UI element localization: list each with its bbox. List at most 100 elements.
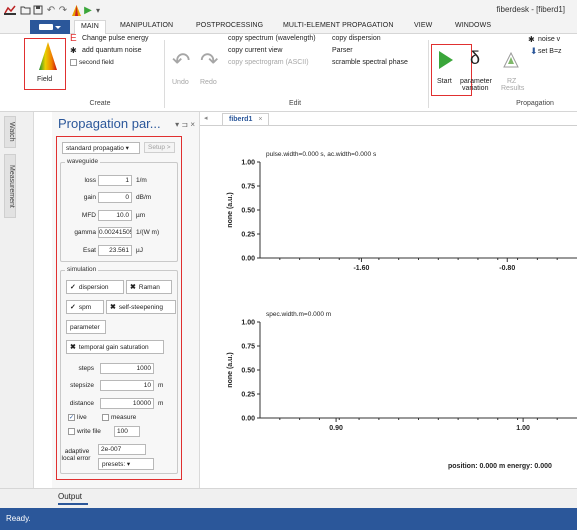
position-energy-readout: position: 0.000 m energy: 0.000	[448, 463, 552, 470]
rz-results-button[interactable]: RZ Results	[500, 50, 525, 92]
y-tick-label: 1.00	[241, 320, 255, 327]
loss-label: loss	[84, 177, 96, 184]
tab-measurement[interactable]: Measurement	[4, 154, 16, 218]
spm-toggle[interactable]: ✓ spm	[66, 300, 104, 314]
save-icon[interactable]	[32, 3, 44, 17]
write-file-box	[68, 428, 75, 435]
y-tick-label: 0.75	[241, 184, 255, 191]
y-tick-label: 0.25	[241, 232, 255, 239]
parameter-variation-label-2: variation	[462, 85, 489, 92]
temporal-gain-saturation-toggle[interactable]: ✖ temporal gain saturation	[66, 340, 164, 354]
distance-unit: m	[158, 400, 164, 407]
gain-input[interactable]: 0	[98, 192, 132, 203]
parameter-button[interactable]: parameter	[66, 320, 106, 334]
spm-label: spm	[78, 303, 92, 311]
second-field-checkbox[interactable]: second field	[70, 59, 114, 66]
customize-quick-icon[interactable]: ▾	[94, 3, 102, 17]
x-tick-label: 1.00	[516, 425, 530, 432]
setup-button[interactable]: Setup >	[144, 142, 175, 153]
copy-current-view-button[interactable]: copy current view	[228, 47, 282, 54]
panel-window-controls[interactable]: ▾ ⊐ ×	[175, 120, 195, 129]
add-quantum-noise-button[interactable]: add quantum noise	[82, 47, 142, 54]
distance-input[interactable]: 10000	[100, 398, 154, 409]
document-tab-label: fiberd1	[229, 116, 253, 123]
create-group-label: Create	[89, 100, 111, 107]
raman-toggle[interactable]: ✖ Raman	[126, 280, 172, 294]
loss-input[interactable]: 1	[98, 175, 132, 186]
y-tick-label: 0.50	[241, 208, 255, 215]
scramble-spectral-phase-button[interactable]: scramble spectral phase	[332, 59, 408, 66]
parameter-variation-button[interactable]: δ parameter variation	[458, 48, 498, 92]
self-steepening-toggle[interactable]: ✖ self-steepening	[106, 300, 176, 314]
file-menu-button[interactable]	[30, 20, 70, 34]
y-tick-label: 0.00	[241, 256, 255, 263]
noise-icon: ✱	[528, 35, 535, 44]
noise-button[interactable]: noise v	[538, 36, 560, 43]
spectrum-chart[interactable]: spec.width.m=0.000 m 0.00 0.25 0.50 0.75 1.00…	[227, 311, 577, 432]
tab-main[interactable]: MAIN	[74, 20, 106, 35]
quantum-noise-icon: ✱	[70, 46, 77, 55]
close-tab-icon[interactable]: ×	[258, 116, 262, 123]
live-checkbox[interactable]: ✓ live	[68, 414, 87, 421]
app-icon	[3, 3, 17, 17]
steps-input[interactable]: 1000	[100, 363, 154, 374]
redo-button[interactable]: ↷ Redo	[198, 48, 220, 90]
tab-manipulation[interactable]: MANIPULATION	[120, 22, 173, 29]
redo-icon: ↷	[200, 48, 219, 73]
mfd-unit: µm	[136, 212, 146, 219]
temporal-gain-saturation-label: temporal gain saturation	[78, 343, 149, 351]
pulse-chart[interactable]: pulse.width=0.000 s, ac.width=0.000 s 0.0…	[227, 151, 577, 272]
chart-title: pulse.width=0.000 s, ac.width=0.000 s	[266, 151, 377, 158]
esat-input[interactable]: 23.561	[98, 245, 132, 256]
tab-windows[interactable]: WINDOWS	[455, 22, 491, 29]
status-bar: Ready.	[0, 508, 577, 530]
rz-label-2: Results	[501, 85, 525, 92]
copy-spectrogram-button[interactable]: copy spectrogram (ASCII)	[228, 59, 309, 66]
steps-label: steps	[78, 365, 94, 372]
parser-button[interactable]: Parser	[332, 47, 353, 54]
mfd-input[interactable]: 10.0	[98, 210, 132, 221]
file-menu-icon	[39, 24, 61, 30]
parameter-label: parameter	[70, 323, 100, 331]
redo-label: Redo	[200, 79, 217, 86]
write-file-label: write file	[77, 428, 101, 435]
open-icon[interactable]	[19, 3, 31, 17]
write-file-checkbox[interactable]: write file	[68, 428, 101, 435]
redo-quick-icon[interactable]: ↷	[57, 3, 69, 17]
ribbon-tab-bar: MAIN MANIPULATION POSTPROCESSING MULTI-E…	[0, 20, 577, 35]
tab-view[interactable]: VIEW	[414, 22, 432, 29]
model-select[interactable]: standard propagatio ▾	[62, 142, 140, 154]
tab-watch[interactable]: Watch	[4, 116, 16, 148]
adaptive-error-input[interactable]: 2e-007	[98, 444, 146, 455]
live-check-icon: ✓	[68, 414, 75, 421]
copy-dispersion-button[interactable]: copy dispersion	[332, 35, 381, 42]
gamma-input[interactable]: 0.00241505	[98, 227, 132, 238]
y-tick-label: 0.25	[241, 392, 255, 399]
measure-checkbox[interactable]: measure	[102, 414, 136, 421]
undo-quick-icon[interactable]: ↶	[45, 3, 57, 17]
tab-nav-left-icon[interactable]: ◂	[204, 114, 208, 122]
undo-button[interactable]: ↶ Undo	[170, 48, 192, 90]
simulation-legend: simulation	[65, 266, 99, 273]
copy-spectrum-button[interactable]: copy spectrum (wavelength)	[228, 35, 316, 42]
propagation-panel: Propagation par... ▾ ⊐ × standard propag…	[52, 112, 200, 488]
second-field-label: second field	[79, 59, 114, 66]
stepsize-input[interactable]: 10	[100, 380, 154, 391]
stepsize-unit: m	[158, 382, 164, 389]
tab-postprocessing[interactable]: POSTPROCESSING	[196, 22, 263, 29]
dispersion-toggle[interactable]: ✓ dispersion	[66, 280, 124, 294]
check-icon: ✓	[70, 284, 76, 291]
presets-select[interactable]: presets: ▾	[98, 458, 154, 470]
gain-unit: dB/m	[136, 194, 152, 201]
tab-output[interactable]: Output	[58, 492, 82, 501]
start-quick-icon[interactable]: ▶	[83, 3, 93, 17]
write-file-input[interactable]: 100	[114, 426, 140, 437]
set-b-button[interactable]: set B=z	[538, 48, 562, 55]
field-quick-icon[interactable]	[70, 3, 82, 17]
esat-unit: µJ	[136, 247, 143, 254]
tab-multi-element-propagation[interactable]: MULTI-ELEMENT PROPAGATION	[283, 22, 394, 29]
change-pulse-energy-button[interactable]: Change pulse energy	[82, 35, 149, 42]
document-tab[interactable]: fiberd1 ×	[222, 113, 270, 125]
presets-label: presets:	[102, 461, 126, 468]
energy-icon: E	[70, 33, 77, 44]
